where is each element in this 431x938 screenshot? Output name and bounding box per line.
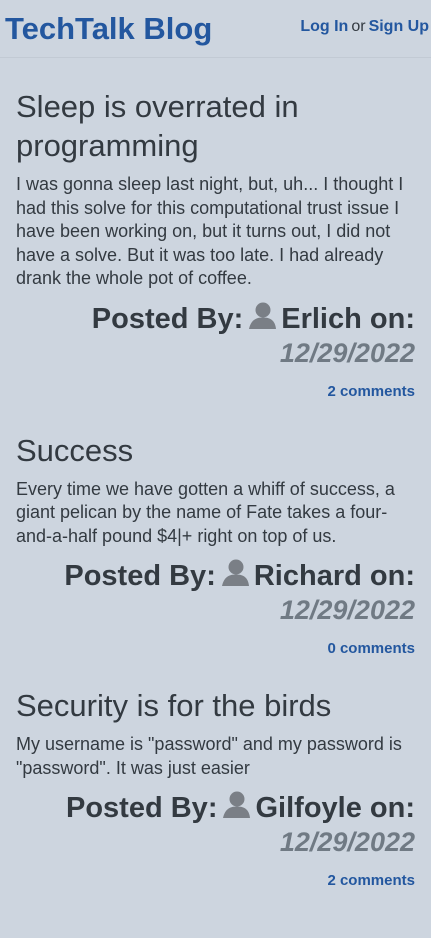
post-title[interactable]: Sleep is overrated in programming [16, 87, 415, 165]
post-date: 12/29/2022 [279, 827, 415, 857]
post-meta: Posted By: Richard on: 12/29/2022 0 comme… [16, 558, 415, 658]
auth-links: Log In or Sign Up [300, 17, 429, 37]
signup-link[interactable]: Sign Up [369, 18, 429, 35]
comments-link[interactable]: 2 comments [327, 383, 415, 401]
post-title[interactable]: Security is for the birds [16, 686, 415, 725]
post-body: My username is "password" and my passwor… [16, 734, 402, 778]
comments-link[interactable]: 2 comments [327, 872, 415, 890]
on-label: on: [369, 302, 415, 335]
user-silhouette-icon [221, 790, 251, 818]
post-author: Richard [253, 560, 362, 592]
post-date: 12/29/2022 [279, 337, 415, 368]
post-body: I was gonna sleep last night, but, uh...… [16, 174, 404, 288]
posted-by-label: Posted By: [64, 560, 216, 592]
posted-by-line: Posted By: Richard on: [16, 558, 415, 594]
on-label: on: [369, 560, 415, 592]
site-header: TechTalk Blog Log In or Sign Up [0, 0, 431, 58]
posted-by-line: Posted By: Erlich on: [16, 301, 415, 337]
auth-separator: or [351, 18, 366, 35]
post-body: Every time we have gotten a whiff of suc… [16, 478, 395, 546]
post-meta: Posted By: Gilfoyle on: 12/29/2022 2 comm… [16, 790, 415, 890]
user-silhouette-icon [220, 558, 250, 586]
post-card: Sleep is overrated in programming I was … [16, 58, 415, 401]
site-brand[interactable]: TechTalk Blog [5, 10, 212, 48]
post-meta: Posted By: Erlich on: 12/29/2022 2 commen… [16, 301, 415, 401]
posted-by-label: Posted By: [91, 302, 244, 335]
comments-link[interactable]: 0 comments [327, 640, 415, 658]
post-title[interactable]: Success [16, 431, 415, 470]
post-author: Erlich [281, 302, 362, 335]
post-card: Security is for the birds My username is… [16, 658, 415, 890]
post-card: Success Every time we have gotten a whif… [16, 401, 415, 659]
post-author: Gilfoyle [255, 792, 362, 824]
post-date: 12/29/2022 [279, 595, 415, 625]
posted-by-line: Posted By: Gilfoyle on: [16, 790, 415, 826]
login-link[interactable]: Log In [300, 18, 348, 35]
post-list: Sleep is overrated in programming I was … [0, 58, 431, 890]
posted-by-label: Posted By: [66, 792, 218, 824]
user-silhouette-icon [247, 301, 277, 329]
on-label: on: [369, 792, 415, 824]
